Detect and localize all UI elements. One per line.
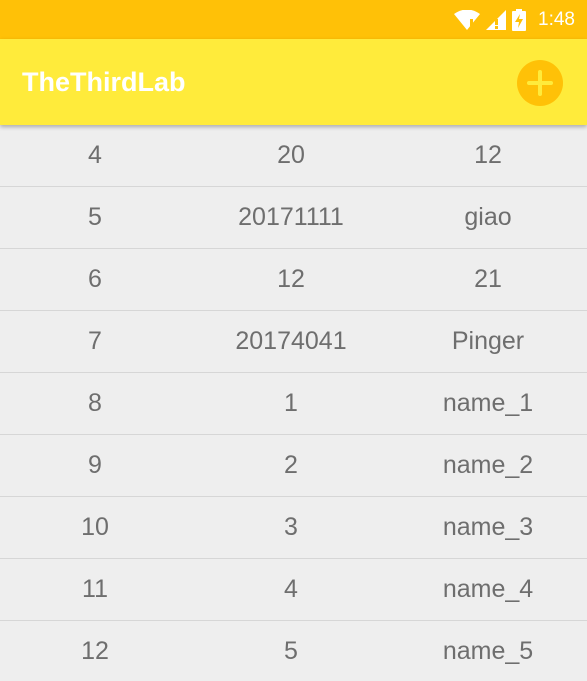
table-row[interactable]: 8 1 name_1 bbox=[0, 373, 587, 435]
table-row[interactable]: 9 2 name_2 bbox=[0, 435, 587, 497]
row-id: 11 bbox=[82, 575, 108, 603]
row-name: name_4 bbox=[442, 575, 534, 603]
row-id: 12 bbox=[81, 637, 109, 665]
row-id: 9 bbox=[88, 451, 102, 479]
row-number: 1 bbox=[284, 389, 298, 417]
signal-icon bbox=[486, 10, 507, 30]
row-number: 20174041 bbox=[235, 327, 347, 355]
row-name: Pinger bbox=[451, 327, 525, 355]
table-row[interactable]: 6 12 21 bbox=[0, 249, 587, 311]
row-number: 2 bbox=[284, 451, 298, 479]
row-number: 3 bbox=[284, 513, 298, 541]
row-number: 4 bbox=[284, 575, 298, 603]
row-number: 20171111 bbox=[238, 203, 344, 231]
row-name: name_1 bbox=[442, 389, 534, 417]
row-id: 4 bbox=[88, 141, 102, 169]
add-button[interactable] bbox=[517, 60, 563, 106]
row-id: 6 bbox=[88, 265, 102, 293]
row-name: 12 bbox=[474, 141, 502, 169]
battery-charging-icon bbox=[512, 9, 527, 31]
status-bar: 1:48 bbox=[0, 0, 587, 39]
row-number: 20 bbox=[277, 141, 305, 169]
row-number: 5 bbox=[284, 637, 298, 665]
wifi-icon bbox=[454, 10, 481, 30]
table-row[interactable]: 12 5 name_5 bbox=[0, 621, 587, 681]
row-name: name_2 bbox=[442, 451, 534, 479]
row-id: 7 bbox=[88, 327, 102, 355]
table-list[interactable]: 4 20 12 5 20171111 giao 6 12 21 7 201740… bbox=[0, 125, 587, 681]
row-name: name_5 bbox=[442, 637, 534, 665]
status-icons: 1:48 bbox=[454, 8, 575, 32]
table-row[interactable]: 5 20171111 giao bbox=[0, 187, 587, 249]
status-time: 1:48 bbox=[538, 9, 575, 30]
table-row[interactable]: 4 20 12 bbox=[0, 125, 587, 187]
table-row[interactable]: 7 20174041 Pinger bbox=[0, 311, 587, 373]
row-name: 21 bbox=[474, 265, 502, 293]
row-name: name_3 bbox=[442, 513, 534, 541]
table-row[interactable]: 11 4 name_4 bbox=[0, 559, 587, 621]
row-number: 12 bbox=[277, 265, 305, 293]
row-id: 5 bbox=[88, 203, 102, 231]
add-icon-vertical bbox=[538, 70, 542, 96]
row-id: 8 bbox=[88, 389, 102, 417]
row-name: giao bbox=[464, 203, 512, 231]
table-row[interactable]: 10 3 name_3 bbox=[0, 497, 587, 559]
app-title: TheThirdLab bbox=[22, 67, 186, 97]
row-id: 10 bbox=[81, 513, 109, 541]
app-bar: TheThirdLab bbox=[0, 39, 587, 125]
